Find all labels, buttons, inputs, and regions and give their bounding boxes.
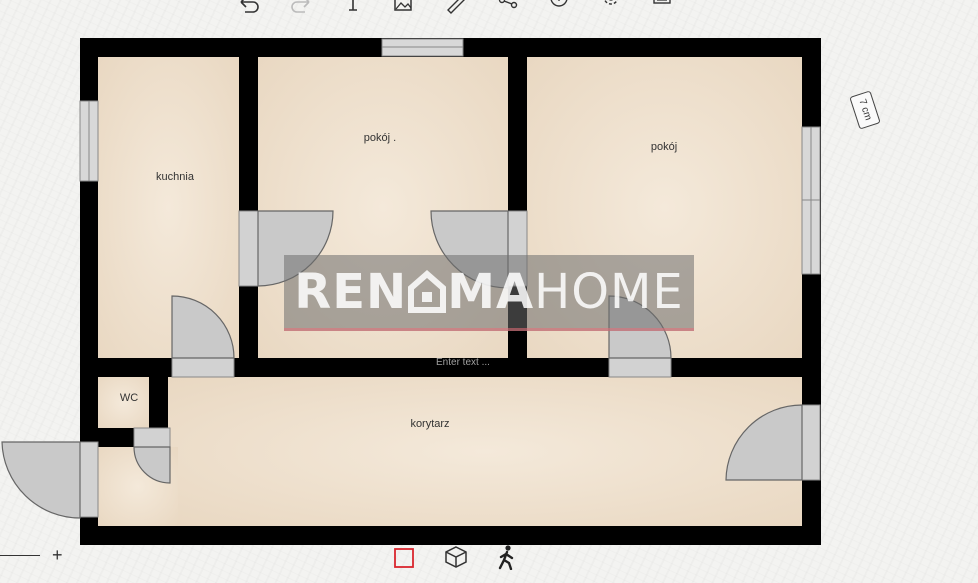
room-label-korytarz[interactable]: korytarz xyxy=(410,418,449,430)
room-label-pokoj-right[interactable]: pokój xyxy=(651,141,677,153)
door-frame xyxy=(171,357,235,378)
floor-kuchnia xyxy=(98,57,239,358)
room-label-kuchnia[interactable]: kuchnia xyxy=(156,171,194,183)
door-frame xyxy=(79,441,99,518)
window xyxy=(381,38,464,57)
text-placeholder[interactable]: Enter text ... xyxy=(436,357,490,368)
house-icon xyxy=(408,269,447,313)
view-mode-bar xyxy=(0,540,978,583)
2d-view-icon[interactable] xyxy=(391,544,417,570)
door-swing[interactable] xyxy=(1,441,81,519)
renoma-home-watermark: REN MA HOME xyxy=(284,255,694,331)
door-frame xyxy=(608,357,672,378)
watermark-text: REN xyxy=(294,263,408,320)
door-frame xyxy=(238,210,259,287)
room-label-wc[interactable]: WC xyxy=(120,392,138,404)
door-frame xyxy=(133,427,171,448)
door-frame xyxy=(801,404,821,481)
window xyxy=(801,126,821,275)
walk-mode-icon[interactable] xyxy=(494,544,520,571)
window xyxy=(79,100,99,182)
watermark-text: MA xyxy=(447,263,535,320)
floor-korytarz xyxy=(168,377,802,526)
room-label-pokoj-left[interactable]: pokój . xyxy=(364,132,396,144)
watermark-text: HOME xyxy=(534,263,684,320)
3d-view-icon[interactable] xyxy=(443,544,469,570)
